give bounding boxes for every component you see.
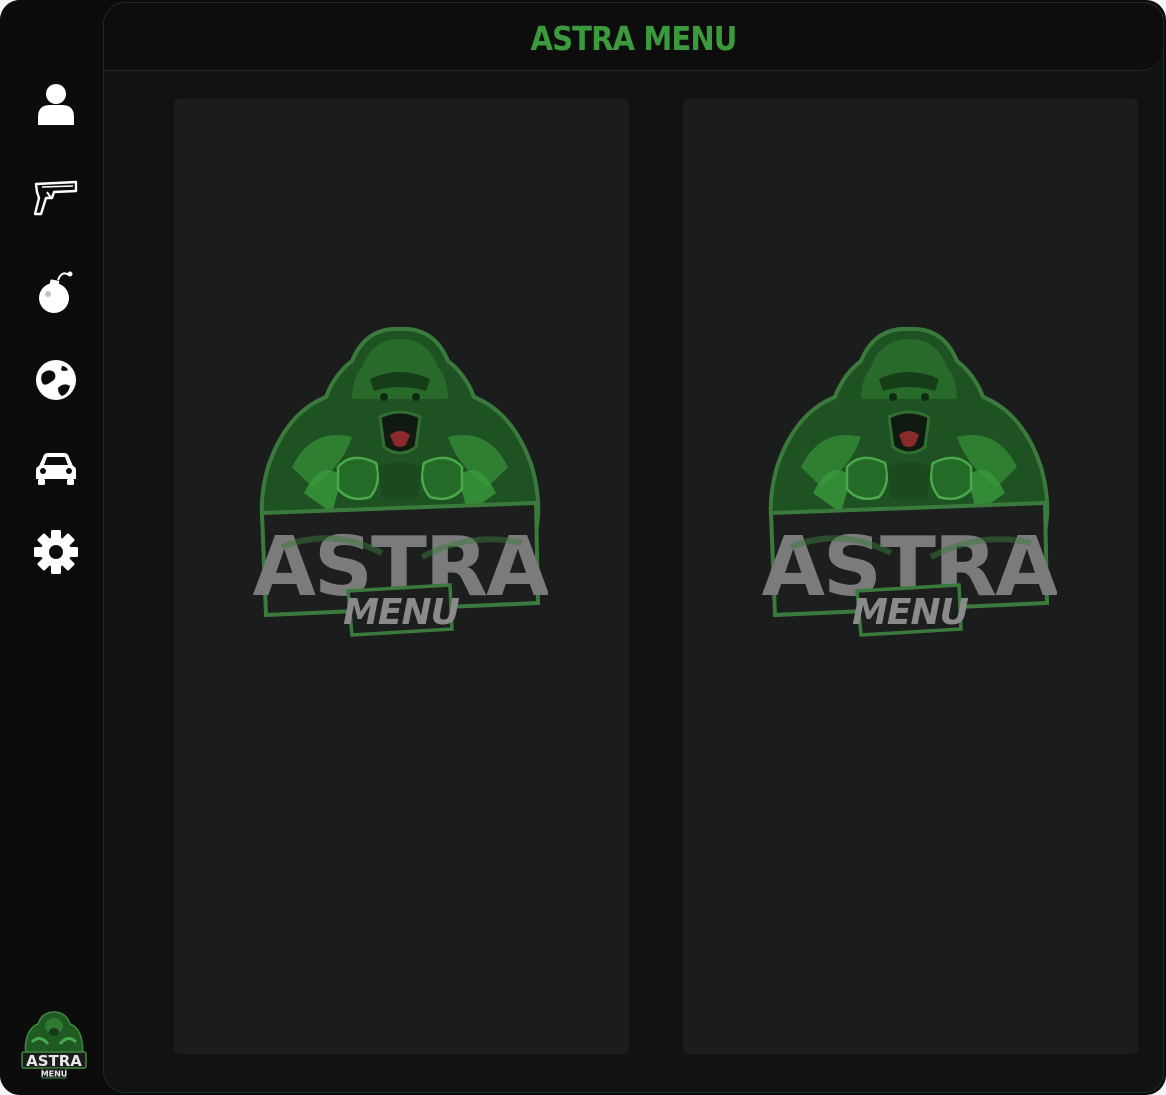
gorilla-logo-icon: ASTRA MENU (21, 1011, 87, 1079)
pistol-icon (33, 180, 78, 216)
globe-icon (36, 360, 76, 400)
sidebar-logo-text-bottom: MENU (41, 1070, 68, 1079)
gorilla-logo-icon: ASTRA MENU (252, 326, 548, 637)
sidebar-item-explosive[interactable] (26, 264, 86, 320)
sidebar: ASTRA MENU (0, 0, 104, 1095)
content-panel-left: ASTRA MENU (174, 99, 629, 1054)
content-panel-right: ASTRA MENU (683, 99, 1138, 1054)
gorilla-logo-icon: ASTRA MENU (761, 326, 1057, 637)
page-title: ASTRA MENU (530, 19, 738, 58)
sidebar-logo-text-top: ASTRA (26, 1052, 82, 1070)
header-bar: ASTRA MENU (104, 3, 1163, 71)
sidebar-item-player[interactable] (26, 76, 86, 132)
panel-left-logo-text-bottom: MENU (343, 592, 460, 633)
user-icon (38, 84, 74, 125)
sidebar-item-weapon[interactable] (26, 170, 86, 226)
bomb-icon (39, 271, 73, 313)
sidebar-item-settings[interactable] (26, 524, 86, 580)
car-icon (36, 453, 76, 485)
sidebar-item-vehicle[interactable] (26, 440, 86, 496)
sidebar-item-world[interactable] (26, 352, 86, 408)
main-content: ASTRA MENU ASTRA MENU ASTRA MENU (103, 2, 1164, 1093)
panel-right-logo-text-bottom: MENU (852, 592, 969, 633)
gear-icon (34, 530, 78, 574)
menu-window: ASTRA MENU ASTRA MENU ASTRA MENU ASTRA M… (0, 0, 1166, 1095)
